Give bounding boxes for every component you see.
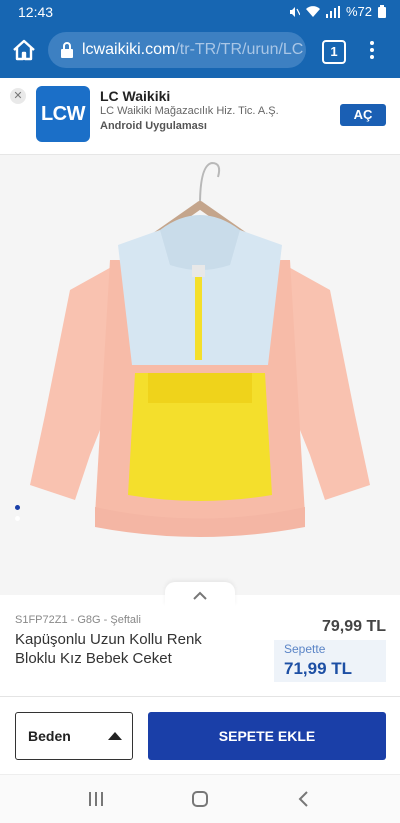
divider [0,696,400,697]
caret-up-icon [108,732,122,740]
cart-price: 71,99 TL [284,659,353,678]
battery-percent: %72 [345,4,372,19]
status-icons: %72 [288,4,386,19]
app-logo: LCW [36,86,90,142]
product-sku: S1FP72Z1 - G8G - Şeftali [15,614,141,626]
app-company: LC Waikiki Mağazacılık Hiz. Tic. A.Ş. [100,105,279,117]
add-to-cart-button[interactable]: SEPETE EKLE [148,712,386,760]
url-host: lcwaikiki.com [82,41,176,58]
url-path: /tr-TR/TR/urun/LC [175,41,304,58]
product-info: S1FP72Z1 - G8G - Şeftali Kapüşonlu Uzun … [0,606,400,694]
close-icon[interactable]: ✕ [10,88,26,104]
address-bar[interactable]: lcwaikiki.com/tr-TR/TR/urun/LC [48,32,306,68]
app-name: LC Waikiki [100,88,171,104]
cart-price-label: Sepette [284,642,326,656]
cart-price-box: Sepette 71,99 TL [274,640,386,682]
lock-icon [61,42,73,58]
expand-details-tab[interactable] [165,582,235,606]
wifi-icon [305,5,320,17]
status-bar: 12:43 %72 [0,0,400,24]
product-price: 79,99 TL [321,618,386,635]
home-icon[interactable] [10,36,38,64]
app-install-banner: ✕ LCW LC Waikiki LC Waikiki Mağazacılık … [0,78,400,155]
app-type: Android Uygulaması [100,120,207,132]
gallery-dot[interactable] [15,516,20,521]
back-icon[interactable] [290,787,318,811]
status-time: 12:43 [18,4,54,20]
open-app-button[interactable]: AÇ [340,104,386,126]
battery-icon [378,5,386,18]
system-nav-bar [0,774,400,823]
product-image[interactable] [0,155,400,595]
chevron-up-icon [193,591,207,600]
recent-apps-icon[interactable] [82,787,110,811]
tab-switcher-button[interactable]: 1 [322,40,346,64]
mute-icon [289,6,300,17]
browser-toolbar: lcwaikiki.com/tr-TR/TR/urun/LC 1 [0,24,400,78]
gallery-indicator [15,505,20,527]
size-select[interactable]: Beden [15,712,133,760]
signal-icon [325,5,340,18]
product-title: Kapüşonlu Uzun Kollu Renk Bloklu Kız Beb… [15,631,202,667]
gallery-dot-active[interactable] [15,505,20,510]
home-nav-icon[interactable] [186,787,214,811]
size-select-label: Beden [28,728,71,744]
jacket-illustration [30,161,370,537]
browser-menu-icon[interactable] [366,38,378,64]
